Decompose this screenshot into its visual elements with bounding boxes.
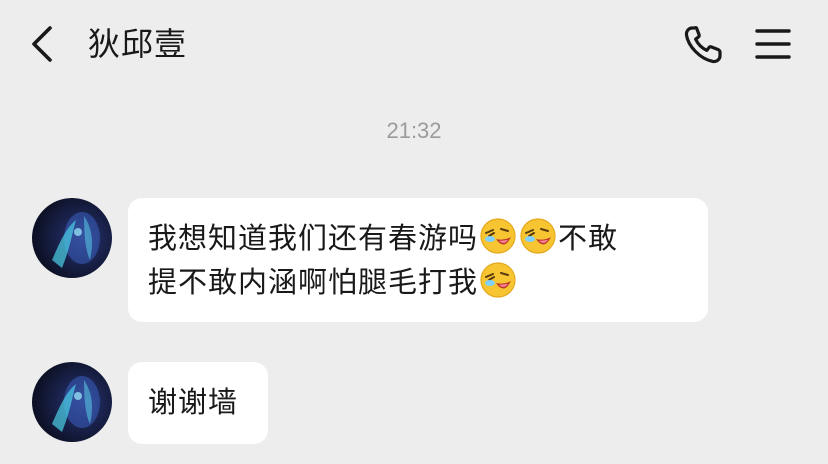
laughing-tears-emoji-icon: [479, 261, 517, 299]
message-timestamp: 21:32: [386, 118, 442, 143]
laughing-tears-emoji-icon: [479, 217, 517, 255]
more-menu-button[interactable]: [748, 22, 798, 68]
hamburger-menu-icon: [755, 29, 791, 59]
avatar[interactable]: [32, 362, 112, 442]
back-button[interactable]: [22, 22, 66, 66]
chat-header: 狄邱壹: [0, 0, 828, 90]
avatar[interactable]: [32, 198, 112, 278]
message-text: 谢谢墙: [148, 385, 239, 419]
message-bubble[interactable]: 我想知道我们还有春游吗 不敢提不敢内涵啊怕腿毛打我: [128, 198, 708, 322]
chat-title: 狄邱壹: [88, 25, 188, 63]
message-bubble[interactable]: 谢谢墙: [128, 362, 268, 444]
message-text: 不敢: [558, 221, 619, 255]
message-text: 我想知道我们还有春游吗: [148, 221, 479, 255]
voice-call-button[interactable]: [680, 22, 730, 68]
laughing-tears-emoji-icon: [519, 217, 557, 255]
message-text: 提不敢内涵啊怕腿毛打我: [148, 265, 479, 299]
chevron-left-icon: [32, 26, 52, 62]
phone-icon: [684, 25, 722, 64]
